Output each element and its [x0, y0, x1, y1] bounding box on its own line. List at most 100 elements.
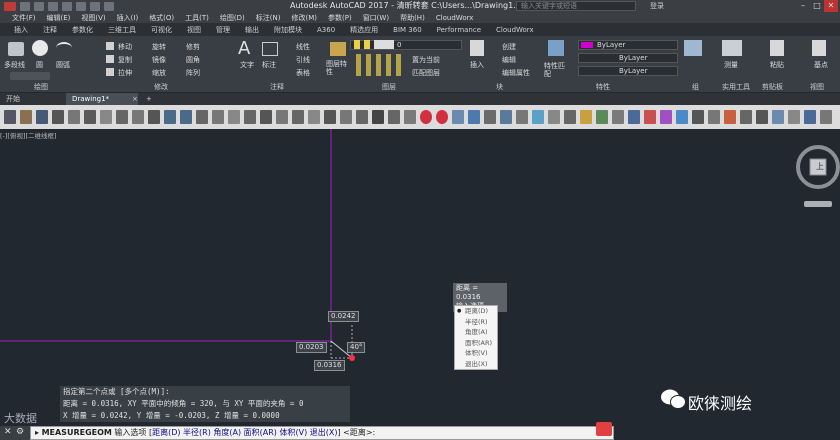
tab-insert[interactable]: 插入 [12, 25, 30, 35]
viewcube-face[interactable]: 上 [816, 161, 824, 172]
panel-utilities[interactable]: 实用工具 [722, 82, 750, 92]
layer-dropdown[interactable]: 0 [350, 40, 462, 50]
tool-copy-icon[interactable] [116, 110, 128, 124]
tool-misc1-icon[interactable] [692, 110, 704, 124]
undo-icon[interactable] [90, 1, 100, 11]
close-icon[interactable]: ✕ [824, 0, 838, 12]
tab-performance[interactable]: Performance [435, 26, 483, 34]
draw-extra-icons[interactable] [10, 72, 50, 80]
tool-grid-icon[interactable] [516, 110, 528, 124]
fillet-button[interactable]: 圆角 [186, 55, 200, 65]
create-block-button[interactable]: 创建 [502, 42, 516, 52]
group-icon[interactable] [684, 40, 702, 56]
tab-manage[interactable]: 管理 [214, 25, 232, 35]
tool-contour-icon[interactable] [564, 110, 576, 124]
edit-attributes-button[interactable]: 编辑属性 [502, 68, 530, 78]
save-icon[interactable] [48, 1, 58, 11]
tool-misc7-icon[interactable] [788, 110, 800, 124]
tool-palettes-icon[interactable] [292, 110, 304, 124]
tool-preview-icon[interactable] [68, 110, 80, 124]
cmd-opt-radius[interactable]: 半径(R) [183, 428, 211, 437]
tool-zoom-icon[interactable] [212, 110, 224, 124]
option-angle[interactable]: 角度(A) [455, 327, 497, 338]
match-properties-button[interactable]: 特性匹配 [544, 62, 568, 78]
tool-misc2-icon[interactable] [708, 110, 720, 124]
menu-cloudworx[interactable]: CloudWorx [436, 14, 474, 22]
panel-groups[interactable]: 组 [692, 82, 699, 92]
tool-spiral-red-icon[interactable] [420, 110, 432, 124]
text-icon[interactable]: A [238, 38, 250, 59]
tool-pan-icon[interactable] [196, 110, 208, 124]
tool-export-icon[interactable] [628, 110, 640, 124]
color-dropdown[interactable]: ByLayer [578, 40, 678, 50]
option-exit[interactable]: 退出(X) [455, 359, 497, 370]
menu-tools[interactable]: 工具(T) [185, 13, 209, 23]
trim-button[interactable]: 修剪 [186, 42, 200, 52]
tool-zoom-window-icon[interactable] [228, 110, 240, 124]
table-button[interactable]: 表格 [296, 68, 310, 78]
tool-open-icon[interactable] [20, 110, 32, 124]
tool-misc4-icon[interactable] [740, 110, 752, 124]
cmd-opt-exit[interactable]: 退出(X) [310, 428, 338, 437]
panel-annotation[interactable]: 注释 [270, 82, 284, 92]
tool-redo-icon[interactable] [180, 110, 192, 124]
tool-misc3-icon[interactable] [724, 110, 736, 124]
tool-point-icon[interactable] [532, 110, 544, 124]
tool-match-icon[interactable] [148, 110, 160, 124]
tab-3d-tools[interactable]: 三维工具 [106, 25, 138, 35]
panel-properties[interactable]: 特性 [596, 82, 610, 92]
linear-button[interactable]: 线性 [296, 42, 310, 52]
tool-3d-icon[interactable] [500, 110, 512, 124]
tool-layout-icon[interactable] [388, 110, 400, 124]
login-link[interactable]: 登录 [650, 0, 664, 12]
open-icon[interactable] [34, 1, 44, 11]
tool-spiral2-icon[interactable] [436, 110, 448, 124]
tab-start[interactable]: 开始 [0, 93, 26, 105]
tab-a360[interactable]: A360 [315, 26, 337, 34]
linetype-dropdown[interactable]: ByLayer [578, 53, 678, 63]
tool-misc5-icon[interactable] [756, 110, 768, 124]
menu-draw[interactable]: 绘图(D) [220, 13, 245, 23]
menu-parametric[interactable]: 参数(P) [328, 13, 352, 23]
tab-featured-apps[interactable]: 精选应用 [348, 25, 380, 35]
tab-view[interactable]: 视图 [185, 25, 203, 35]
array-button[interactable]: 阵列 [186, 68, 200, 78]
cmd-opt-volume[interactable]: 体积(V) [279, 428, 307, 437]
copy-button[interactable]: 复制 [118, 55, 132, 65]
tab-parametric[interactable]: 参数化 [70, 25, 95, 35]
menu-edit[interactable]: 编辑(E) [47, 13, 71, 23]
tool-help-icon[interactable] [356, 110, 368, 124]
tab-output[interactable]: 输出 [243, 25, 261, 35]
search-input[interactable]: 输入关键字或短语 [516, 1, 636, 11]
tool-markup-icon[interactable] [324, 110, 336, 124]
option-distance[interactable]: 距离(D) [455, 306, 497, 317]
arc-icon[interactable] [56, 42, 72, 54]
cmd-opt-area[interactable]: 面积(AR) [244, 428, 277, 437]
tab-annotate[interactable]: 注释 [41, 25, 59, 35]
polyline-button[interactable]: 多段线 [4, 60, 25, 70]
app-menu-icon[interactable] [4, 1, 16, 11]
tool-undo-icon[interactable] [164, 110, 176, 124]
wcs-menu[interactable] [804, 201, 832, 207]
tool-label-icon[interactable] [612, 110, 624, 124]
tool-blue-icon[interactable] [676, 110, 688, 124]
match-properties-icon[interactable] [548, 40, 564, 56]
tool-misc6-icon[interactable] [772, 110, 784, 124]
arc-button[interactable]: 圆弧 [56, 60, 70, 70]
cmd-opt-distance[interactable]: 距离(D) [152, 428, 180, 437]
tool-save-icon[interactable] [36, 110, 48, 124]
base-button[interactable]: 基点 [814, 60, 828, 70]
panel-draw[interactable]: 绘图 [34, 82, 48, 92]
tab-addins[interactable]: 附加模块 [272, 25, 304, 35]
tool-sheet-icon[interactable] [308, 110, 320, 124]
tool-scan-icon[interactable] [484, 110, 496, 124]
option-volume[interactable]: 体积(V) [455, 348, 497, 359]
circle-button[interactable]: 圆 [36, 60, 43, 70]
tool-design-center-icon[interactable] [276, 110, 288, 124]
command-line-input[interactable]: ▸ MEASUREGEOM 输入选项 [距离(D) 半径(R) 角度(A) 面积… [30, 426, 614, 440]
save-as-icon[interactable] [62, 1, 72, 11]
tool-image-icon[interactable] [452, 110, 464, 124]
dimension-button[interactable]: 标注 [262, 60, 276, 70]
tool-paste-icon[interactable] [132, 110, 144, 124]
measure-icon[interactable] [722, 40, 742, 56]
